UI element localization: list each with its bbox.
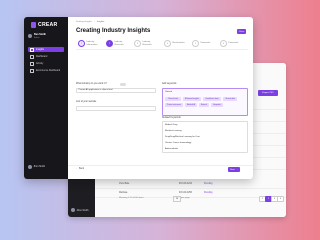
step-1[interactable]: 1 Industry Information	[78, 40, 100, 47]
step-number: 2	[106, 40, 113, 47]
sidebar-item-ecommerce[interactable]: Ecommerce Dashboard	[28, 68, 64, 73]
row-code: INV-00-0256	[179, 191, 192, 194]
user-name: Jhon Smith	[76, 208, 89, 212]
close-button[interactable]: Close	[237, 29, 246, 34]
suggestions-label: Related Keywords	[162, 117, 181, 119]
dashboard-icon	[30, 54, 34, 59]
back-label: Back	[78, 168, 85, 170]
arrow-right-icon: →	[235, 168, 238, 171]
sidebar: CREAR Bun Smith Admin Insights Dashboard…	[24, 17, 68, 179]
keyword-chip[interactable]: AI-based insights	[183, 97, 201, 101]
keyword-chip[interactable]: Healthcare data	[203, 97, 221, 101]
next-button[interactable]: Next →	[228, 167, 240, 172]
keywords-label: Add keywords	[162, 83, 177, 85]
avatar	[71, 208, 75, 212]
suggestion-item[interactable]: Machine Learning	[165, 130, 182, 132]
sidebar-item-label: Activity	[36, 62, 44, 65]
row-name: Mellissa	[119, 191, 128, 194]
profile[interactable]: Bun Smith Admin	[28, 33, 46, 39]
step-number: 4	[164, 40, 171, 47]
brand-logo[interactable]: CREAR	[31, 22, 57, 28]
sidebar-item-label: Insights	[36, 48, 44, 51]
step-label: Financials	[228, 42, 239, 45]
breadcrumb: Drafting Insights › Insights	[76, 21, 105, 23]
industry-question-label: What industry do you work in?	[76, 83, 107, 85]
brand-name: CREAR	[38, 22, 58, 28]
company-label: Link of your website	[76, 101, 97, 103]
page-title: Creating Industry Insights	[76, 28, 151, 34]
sidebar-item-activity[interactable]: Activity	[28, 61, 64, 66]
keyword-chip[interactable]: Patient outcomes	[165, 103, 183, 107]
keywords-input[interactable]: Clinical	[165, 91, 172, 93]
suggestion-item[interactable]: Drug/Drug/Machine Learning for Cure	[165, 136, 200, 138]
page-button[interactable]: 4	[277, 196, 284, 202]
sidebar-item-insights[interactable]: Insights	[28, 47, 64, 52]
activity-icon	[30, 61, 34, 66]
keyword-chip[interactable]: Biotech	[199, 103, 209, 107]
step-label: Industry Research	[114, 41, 124, 46]
step-number: 5	[192, 40, 199, 47]
stepper: 1 Industry Information 2 Industry Resear…	[76, 39, 248, 50]
toggle-switch[interactable]	[120, 83, 126, 86]
per-page-select[interactable]: 10	[173, 196, 181, 202]
export-button[interactable]: Export CSV	[258, 90, 278, 96]
sidebar-item-label: Dashboard	[36, 55, 48, 58]
breadcrumb-current[interactable]: Insights	[97, 21, 105, 23]
step-label: Industry Information	[86, 41, 98, 46]
step-2[interactable]: 2 Industry Research	[106, 40, 128, 47]
keyword-chip[interactable]: Hospitals	[211, 103, 223, 107]
sidebar-user[interactable]: Jhon Smith	[28, 165, 45, 169]
suggestions-list: Medical Drug Machine Learning Drug/Drug/…	[162, 121, 248, 153]
app-window: CREAR Bun Smith Admin Insights Dashboard…	[24, 17, 253, 179]
pagination-info: Showing 1-10 of 60 items	[119, 197, 144, 199]
ecommerce-icon	[30, 68, 34, 73]
back-button[interactable]: ← Back	[76, 168, 84, 170]
step-5[interactable]: 5 Financials	[192, 40, 210, 47]
insights-icon	[30, 47, 34, 52]
background-user[interactable]: Jhon Smith	[71, 208, 88, 212]
row-code: INV-00-0234	[179, 182, 192, 185]
breadcrumb-item[interactable]: Drafting Insights	[76, 21, 92, 23]
keyword-chip[interactable]: Medical AI	[185, 103, 197, 107]
next-label: Next	[230, 168, 235, 171]
step-number: 1	[78, 40, 85, 47]
website-input[interactable]	[76, 106, 156, 111]
suggestion-item[interactable]: Chronic Cancer Immunology	[165, 142, 191, 144]
logo-icon	[31, 22, 36, 28]
avatar	[28, 34, 32, 39]
step-label: Industry Research	[142, 41, 152, 46]
suggestion-item[interactable]: Antimicrobials	[165, 148, 178, 150]
per-page-label: per page	[181, 197, 190, 199]
keywords-box[interactable]: Clinical Clinical trials AI-based insigh…	[162, 88, 248, 116]
step-3[interactable]: 3 Industry Research	[134, 40, 156, 47]
profile-role: Admin	[34, 36, 40, 39]
suggestion-item[interactable]: Medical Drug	[165, 124, 177, 126]
industry-input[interactable]: Private AI application in clinical trial	[76, 88, 156, 93]
sidebar-item-dashboard[interactable]: Dashboard	[28, 54, 64, 59]
arrow-left-icon: ←	[76, 168, 79, 170]
user-name: Jhon Smith	[33, 166, 46, 168]
sidebar-item-label: Ecommerce Dashboard	[36, 69, 61, 72]
step-number: 6	[220, 40, 227, 47]
step-label: Benchmarks	[172, 42, 185, 45]
row-status: Pending	[204, 191, 213, 194]
step-6[interactable]: 6 Financials	[220, 40, 238, 47]
step-label: Financials	[200, 42, 211, 45]
avatar	[28, 165, 32, 169]
step-number: 3	[134, 40, 141, 47]
keyword-chip[interactable]: Clinical trials	[165, 97, 181, 101]
step-4[interactable]: 4 Benchmarks	[164, 40, 185, 47]
footer-divider	[68, 165, 253, 166]
row-status: Pending	[204, 182, 213, 185]
row-name: Jhon Bale	[119, 182, 130, 185]
keyword-chip[interactable]: Clinical data	[223, 97, 237, 101]
